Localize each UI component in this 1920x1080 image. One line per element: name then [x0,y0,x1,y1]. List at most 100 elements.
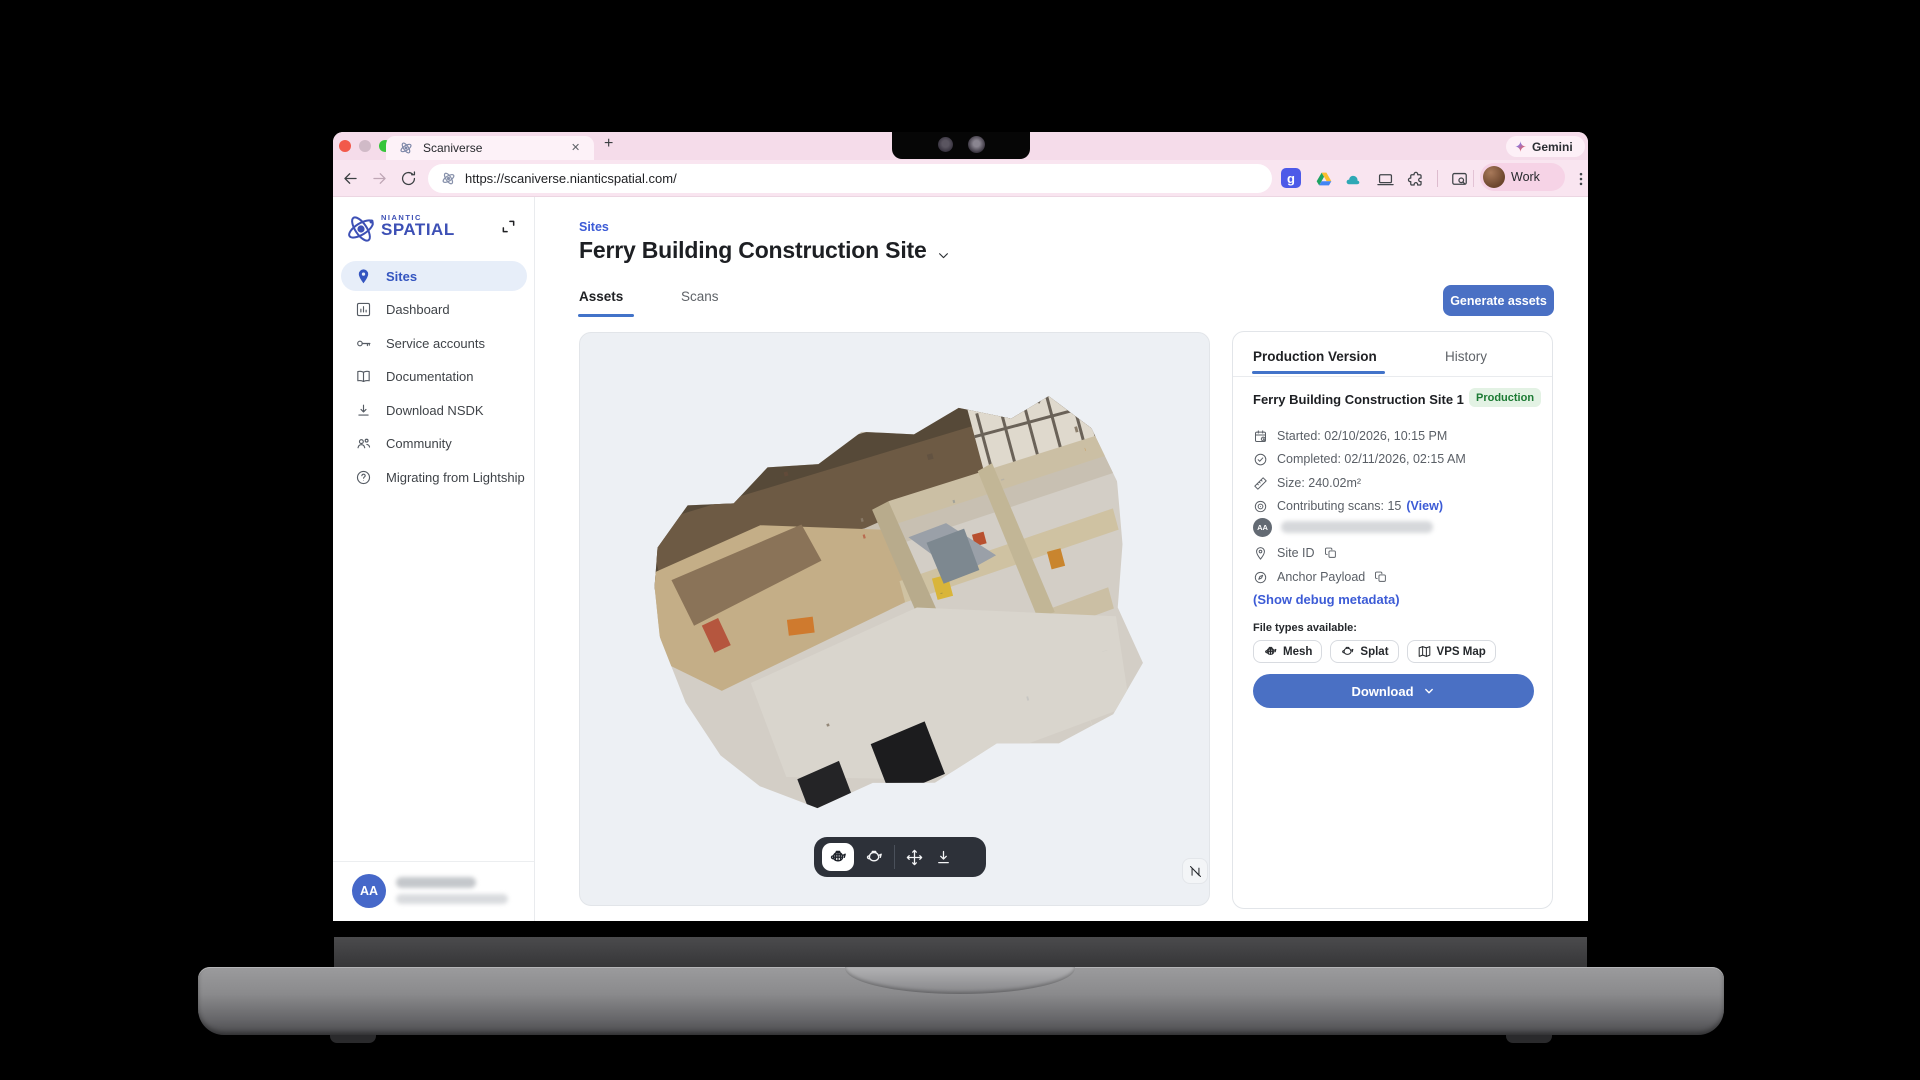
browser-tab-active[interactable]: Scaniverse ✕ [386,136,594,160]
assets-tab-underline [578,314,634,317]
scans-icon [1253,499,1268,514]
sidebar-item-label: Migrating from Lightship [386,470,525,485]
sidebar-item-service-accounts[interactable]: Service accounts [341,328,527,358]
splat-teapot-icon [1340,644,1355,659]
details-panel: Production Version History Ferry Buildin… [1232,331,1553,909]
sidebar-item-documentation[interactable]: Documentation [341,362,527,392]
north-off-icon [1188,864,1203,879]
address-bar[interactable]: https://scaniverse.nianticspatial.com/ [428,164,1272,193]
copy-site-id-icon[interactable] [1324,546,1338,560]
back-icon[interactable] [341,169,360,188]
laptop-extension-icon[interactable] [1376,170,1395,189]
tab-search-icon[interactable] [1450,170,1469,189]
window-close-button[interactable] [339,140,351,152]
contributing-scans-row: Contributing scans: 15 (View) [1253,497,1443,515]
download-button[interactable]: Download [1253,674,1534,708]
copy-anchor-payload-icon[interactable] [1374,570,1388,584]
size-row: Size: 240.02m² [1253,474,1361,492]
tab-favicon-atom-icon [399,141,413,155]
completed-text: Completed: 02/11/2026, 02:15 AM [1277,452,1466,466]
map-icon [1417,644,1432,659]
sidebar-item-label: Sites [386,269,417,284]
kebab-menu-icon[interactable] [1572,170,1588,188]
production-status-badge: Production [1469,388,1541,407]
mesh-teapot-icon [1263,644,1278,659]
sidebar-nav: Sites Dashboard Service accounts [341,261,527,496]
site-switcher-chevron-icon[interactable] [935,247,952,264]
view-scans-link[interactable]: (View) [1406,499,1443,513]
chip-label: Splat [1360,646,1388,658]
site-3d-scan[interactable] [585,343,1205,863]
sidebar-item-label: Dashboard [386,302,450,317]
sidebar-item-sites[interactable]: Sites [341,261,527,291]
sidebar-item-label: Documentation [386,369,473,384]
app-content: NIANTIC SPATIAL Sites [333,197,1588,921]
main-area: Sites Ferry Building Construction Site A… [535,197,1588,921]
google-drive-icon[interactable] [1315,170,1333,188]
anchor-payload-text: Anchor Payload [1277,570,1365,584]
chip-mesh: Mesh [1253,640,1322,663]
sidebar-divider [333,861,534,862]
production-tab-underline [1252,371,1385,374]
reload-icon[interactable] [399,169,418,188]
download-icon [355,402,372,419]
tab-production-version[interactable]: Production Version [1253,349,1377,364]
sidebar-item-download-nsdk[interactable]: Download NSDK [341,395,527,425]
browser-profile-chip[interactable]: Work [1480,163,1565,191]
ruler-icon [1253,476,1268,491]
tab-scans[interactable]: Scans [681,289,719,304]
generate-assets-button[interactable]: Generate assets [1443,285,1554,316]
site-id-row: Site ID [1253,544,1338,562]
completed-row: Completed: 02/11/2026, 02:15 AM [1253,450,1466,468]
splat-view-button[interactable] [864,847,884,867]
teapot-mesh-icon [828,847,848,867]
brand-bottom: SPATIAL [381,222,455,237]
key-icon [355,335,372,352]
profile-avatar [1483,166,1505,188]
laptop-hinge [334,937,1587,967]
camera-dot [938,137,953,152]
sidebar: NIANTIC SPATIAL Sites [333,197,535,921]
dashboard-icon [355,301,372,318]
show-debug-metadata-link[interactable]: (Show debug metadata) [1253,592,1400,607]
new-tab-button[interactable]: + [604,135,613,153]
extension-g-icon[interactable]: g [1281,168,1301,188]
chip-vps-map: VPS Map [1407,640,1496,663]
window-minimize-button[interactable] [359,140,371,152]
move-tool-icon[interactable] [905,848,924,867]
viewer-card[interactable] [579,332,1210,906]
user-avatar: AA [352,874,386,908]
chip-label: Mesh [1283,646,1312,658]
collapse-sidebar-icon[interactable] [501,219,516,234]
tab-close-icon[interactable]: ✕ [571,141,580,154]
tab-title: Scaniverse [423,141,482,155]
tab-history[interactable]: History [1445,349,1487,364]
breadcrumb[interactable]: Sites [579,220,609,234]
site-id-text: Site ID [1277,546,1315,560]
mesh-view-button[interactable] [822,843,854,871]
forward-icon[interactable] [370,169,389,188]
owner-row: AA [1253,518,1433,536]
tab-assets[interactable]: Assets [579,289,623,304]
sidebar-item-dashboard[interactable]: Dashboard [341,295,527,325]
started-row: Started: 02/10/2026, 10:15 PM [1253,427,1447,445]
gemini-badge[interactable]: Gemini [1506,136,1585,157]
file-types-label: File types available: [1253,622,1357,634]
browser-window: Scaniverse ✕ + Gemini [333,132,1588,921]
book-icon [355,368,372,385]
extensions-puzzle-icon[interactable] [1406,170,1425,189]
people-icon [355,435,372,452]
niantic-atom-logo [345,213,377,245]
sidebar-item-community[interactable]: Community [341,429,527,459]
download-label: Download [1351,684,1413,699]
owner-avatar: AA [1253,518,1272,537]
viewer-toolbar-divider [894,845,895,869]
owner-email-redacted [1281,521,1433,533]
file-type-chips: Mesh Splat [1253,640,1496,663]
pin-outline-icon [1253,546,1268,561]
sidebar-item-migrating[interactable]: Migrating from Lightship [341,462,527,492]
north-indicator-off-button[interactable] [1183,859,1207,883]
sidebar-user[interactable]: AA [352,874,508,908]
viewer-download-icon[interactable] [934,848,953,867]
cloud-extension-icon[interactable] [1345,172,1363,186]
